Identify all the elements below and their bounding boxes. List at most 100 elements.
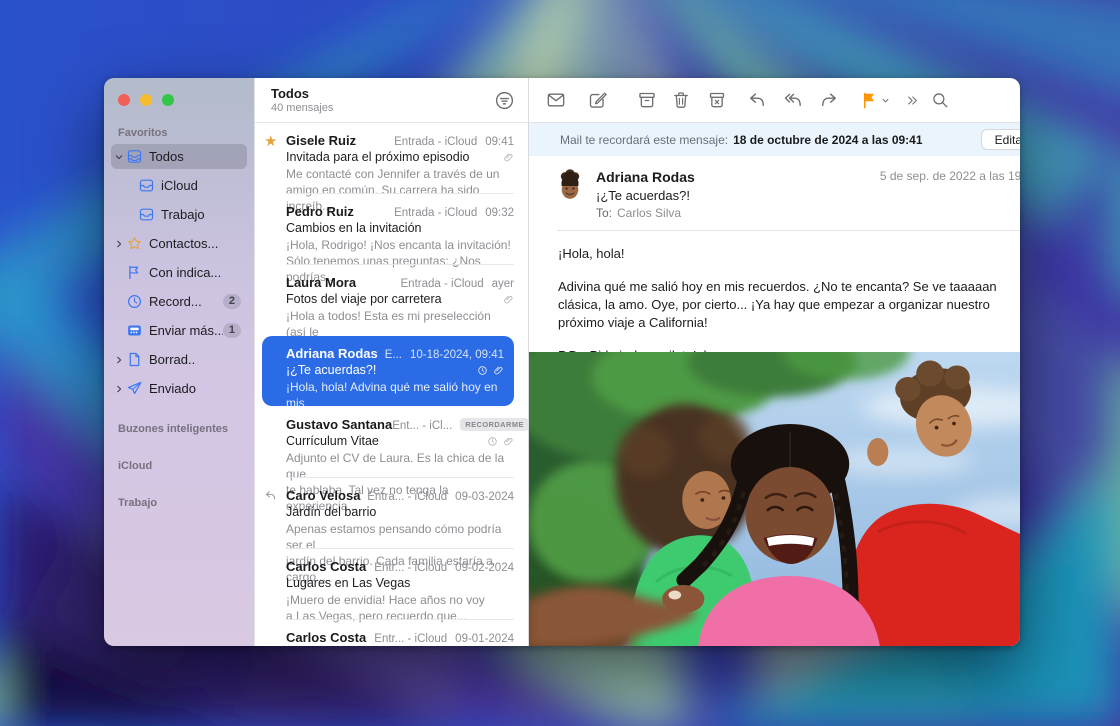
reply-button[interactable] bbox=[747, 87, 767, 113]
message-header: Adriana Rodas ¡¿Te acuerdas?! To:Carlos … bbox=[529, 156, 1020, 230]
flag-star-icon: ★ bbox=[264, 134, 277, 149]
message-count: 40 mensajes bbox=[271, 102, 516, 114]
message-list-pane: Todos 40 mensajes ★ Gisele RuizEntrada -… bbox=[254, 78, 528, 646]
count-badge: 1 bbox=[223, 323, 241, 338]
recipient-name[interactable]: Carlos Silva bbox=[617, 206, 681, 220]
mailbox-title: Todos bbox=[271, 86, 516, 101]
message-list-header: Todos 40 mensajes bbox=[255, 78, 528, 123]
send-later-icon bbox=[126, 322, 143, 339]
mail-toolbar bbox=[529, 78, 1020, 123]
reply-all-button[interactable] bbox=[783, 87, 803, 113]
close-window-button[interactable] bbox=[118, 94, 130, 106]
junk-icon bbox=[707, 90, 727, 110]
unread-count-badge: 2 bbox=[223, 294, 241, 309]
flag-button[interactable] bbox=[857, 87, 893, 113]
inbox-icon bbox=[138, 177, 155, 194]
message-row-carlos-1[interactable]: Carlos CostaEntr... - iCloud09-02-2024 L… bbox=[255, 549, 528, 620]
sidebar-item-enviado[interactable]: Enviado bbox=[111, 376, 247, 401]
sidebar-section-smart-mailboxes[interactable]: Buzones inteligentes bbox=[104, 423, 254, 440]
inbox-icon bbox=[138, 206, 155, 223]
search-button[interactable] bbox=[931, 87, 949, 113]
paperclip-icon bbox=[503, 152, 514, 163]
compose-button[interactable] bbox=[588, 87, 608, 113]
sidebar-list: Favoritos Todos iCloud Trabajo bbox=[104, 127, 254, 514]
sidebar-item-enviar-mas-tarde[interactable]: Enviar más... 1 bbox=[111, 318, 247, 343]
paperplane-icon bbox=[126, 380, 143, 397]
message-view-pane: Mail te recordará este mensaje: 18 de oc… bbox=[528, 78, 1020, 646]
flag-icon bbox=[860, 91, 879, 110]
delete-button[interactable] bbox=[671, 87, 691, 113]
replied-arrow-icon bbox=[264, 489, 277, 502]
window-controls bbox=[104, 78, 254, 106]
flag-icon bbox=[126, 264, 143, 281]
reminder-banner: Mail te recordará este mensaje: 18 de oc… bbox=[529, 123, 1020, 156]
junk-button[interactable] bbox=[707, 87, 727, 113]
message-row-gustavo[interactable]: Gustavo SantanaEnt... - iCl...RECORDARME… bbox=[255, 407, 528, 478]
message-row-adriana-selected[interactable]: Adriana RodasE...10-18-2024, 09:41 ¡¿Te … bbox=[262, 336, 514, 406]
chevron-right-icon[interactable] bbox=[111, 239, 126, 249]
archive-button[interactable] bbox=[637, 87, 657, 113]
body-paragraph: ¡Hola, hola! bbox=[558, 245, 1020, 263]
zoom-window-button[interactable] bbox=[162, 94, 174, 106]
sidebar-item-borradores[interactable]: Borrad.. bbox=[111, 347, 247, 372]
sidebar-section-trabajo[interactable]: Trabajo bbox=[104, 497, 254, 514]
chevron-right-icon[interactable] bbox=[111, 384, 126, 394]
recordarme-badge: RECORDARME bbox=[460, 418, 528, 431]
message-rows: ★ Gisele RuizEntrada - iCloud09:41 Invit… bbox=[255, 123, 528, 646]
reminder-clock-icon bbox=[477, 365, 488, 376]
reminder-clock-icon bbox=[487, 436, 498, 447]
reminder-text: Mail te recordará este mensaje: bbox=[560, 133, 728, 147]
paperclip-icon bbox=[493, 365, 504, 376]
sidebar-item-todos[interactable]: Todos bbox=[111, 144, 247, 169]
filter-button[interactable] bbox=[494, 89, 516, 111]
sidebar-section-icloud[interactable]: iCloud bbox=[104, 460, 254, 477]
reply-icon bbox=[747, 90, 767, 110]
sidebar-item-icloud-inbox[interactable]: iCloud bbox=[123, 173, 247, 198]
sender-name: Adriana Rodas bbox=[596, 169, 880, 185]
double-chevron-icon bbox=[906, 94, 919, 107]
clock-icon bbox=[126, 293, 143, 310]
reminder-datetime: 18 de octubre de 2024 a las 09:41 bbox=[733, 133, 922, 147]
message-meta: 5 de sep. de 2022 a las 19:42 bbox=[880, 169, 1020, 220]
mail-icon bbox=[546, 90, 566, 110]
sender-avatar[interactable] bbox=[553, 169, 587, 203]
message-row-gisele[interactable]: ★ Gisele RuizEntrada - iCloud09:41 Invit… bbox=[255, 123, 528, 194]
attachment-photo[interactable] bbox=[529, 352, 1020, 646]
message-subject: ¡¿Te acuerdas?! bbox=[596, 188, 880, 203]
forward-button[interactable] bbox=[819, 87, 839, 113]
reply-all-icon bbox=[783, 90, 803, 110]
filter-icon bbox=[494, 90, 515, 111]
compose-icon bbox=[588, 90, 608, 110]
chevron-down-icon[interactable] bbox=[111, 152, 126, 162]
unread-button[interactable] bbox=[546, 87, 566, 113]
desktop: Favoritos Todos iCloud Trabajo bbox=[0, 0, 1120, 726]
message-row-laura[interactable]: Laura MoraEntrada - iCloudayer Fotos del… bbox=[255, 265, 528, 336]
message-row-caro[interactable]: Caro VelosaEntra... - iCloud09-03-2024 J… bbox=[255, 478, 528, 549]
archive-icon bbox=[637, 90, 657, 110]
mailbox-sidebar: Favoritos Todos iCloud Trabajo bbox=[104, 78, 254, 646]
sidebar-item-contactos[interactable]: Contactos... bbox=[111, 231, 247, 256]
trash-icon bbox=[671, 90, 691, 110]
message-row-carlos-2[interactable]: Carlos CostaEntr... - iCloud09-01-2024 bbox=[255, 620, 528, 646]
chevron-right-icon[interactable] bbox=[111, 355, 126, 365]
edit-reminder-button[interactable]: Editar bbox=[981, 129, 1020, 150]
search-icon bbox=[931, 91, 949, 109]
sidebar-item-trabajo-inbox[interactable]: Trabajo bbox=[123, 202, 247, 227]
message-row-pedro[interactable]: Pedro RuizEntrada - iCloud09:32 Cambios … bbox=[255, 194, 528, 265]
forward-icon bbox=[819, 90, 839, 110]
sidebar-item-con-indicador[interactable]: Con indica... bbox=[111, 260, 247, 285]
draft-document-icon bbox=[126, 351, 143, 368]
chevron-down-icon bbox=[881, 96, 890, 105]
message-datetime: 5 de sep. de 2022 a las 19:42 bbox=[880, 169, 1020, 183]
minimize-window-button[interactable] bbox=[140, 94, 152, 106]
recipient-line: To:Carlos Silva bbox=[596, 206, 880, 220]
paperclip-icon bbox=[503, 436, 514, 447]
vip-star-icon bbox=[126, 235, 143, 252]
sidebar-section-favorites: Favoritos bbox=[104, 127, 254, 144]
all-inboxes-icon bbox=[126, 148, 143, 165]
paperclip-icon bbox=[503, 294, 514, 305]
more-toolbar-items-button[interactable] bbox=[906, 87, 919, 113]
sidebar-item-recordatorios[interactable]: Record... 2 bbox=[111, 289, 247, 314]
body-paragraph: Adivina qué me salió hoy en mis recuerdo… bbox=[558, 278, 1020, 332]
mail-window: Favoritos Todos iCloud Trabajo bbox=[104, 78, 1020, 646]
